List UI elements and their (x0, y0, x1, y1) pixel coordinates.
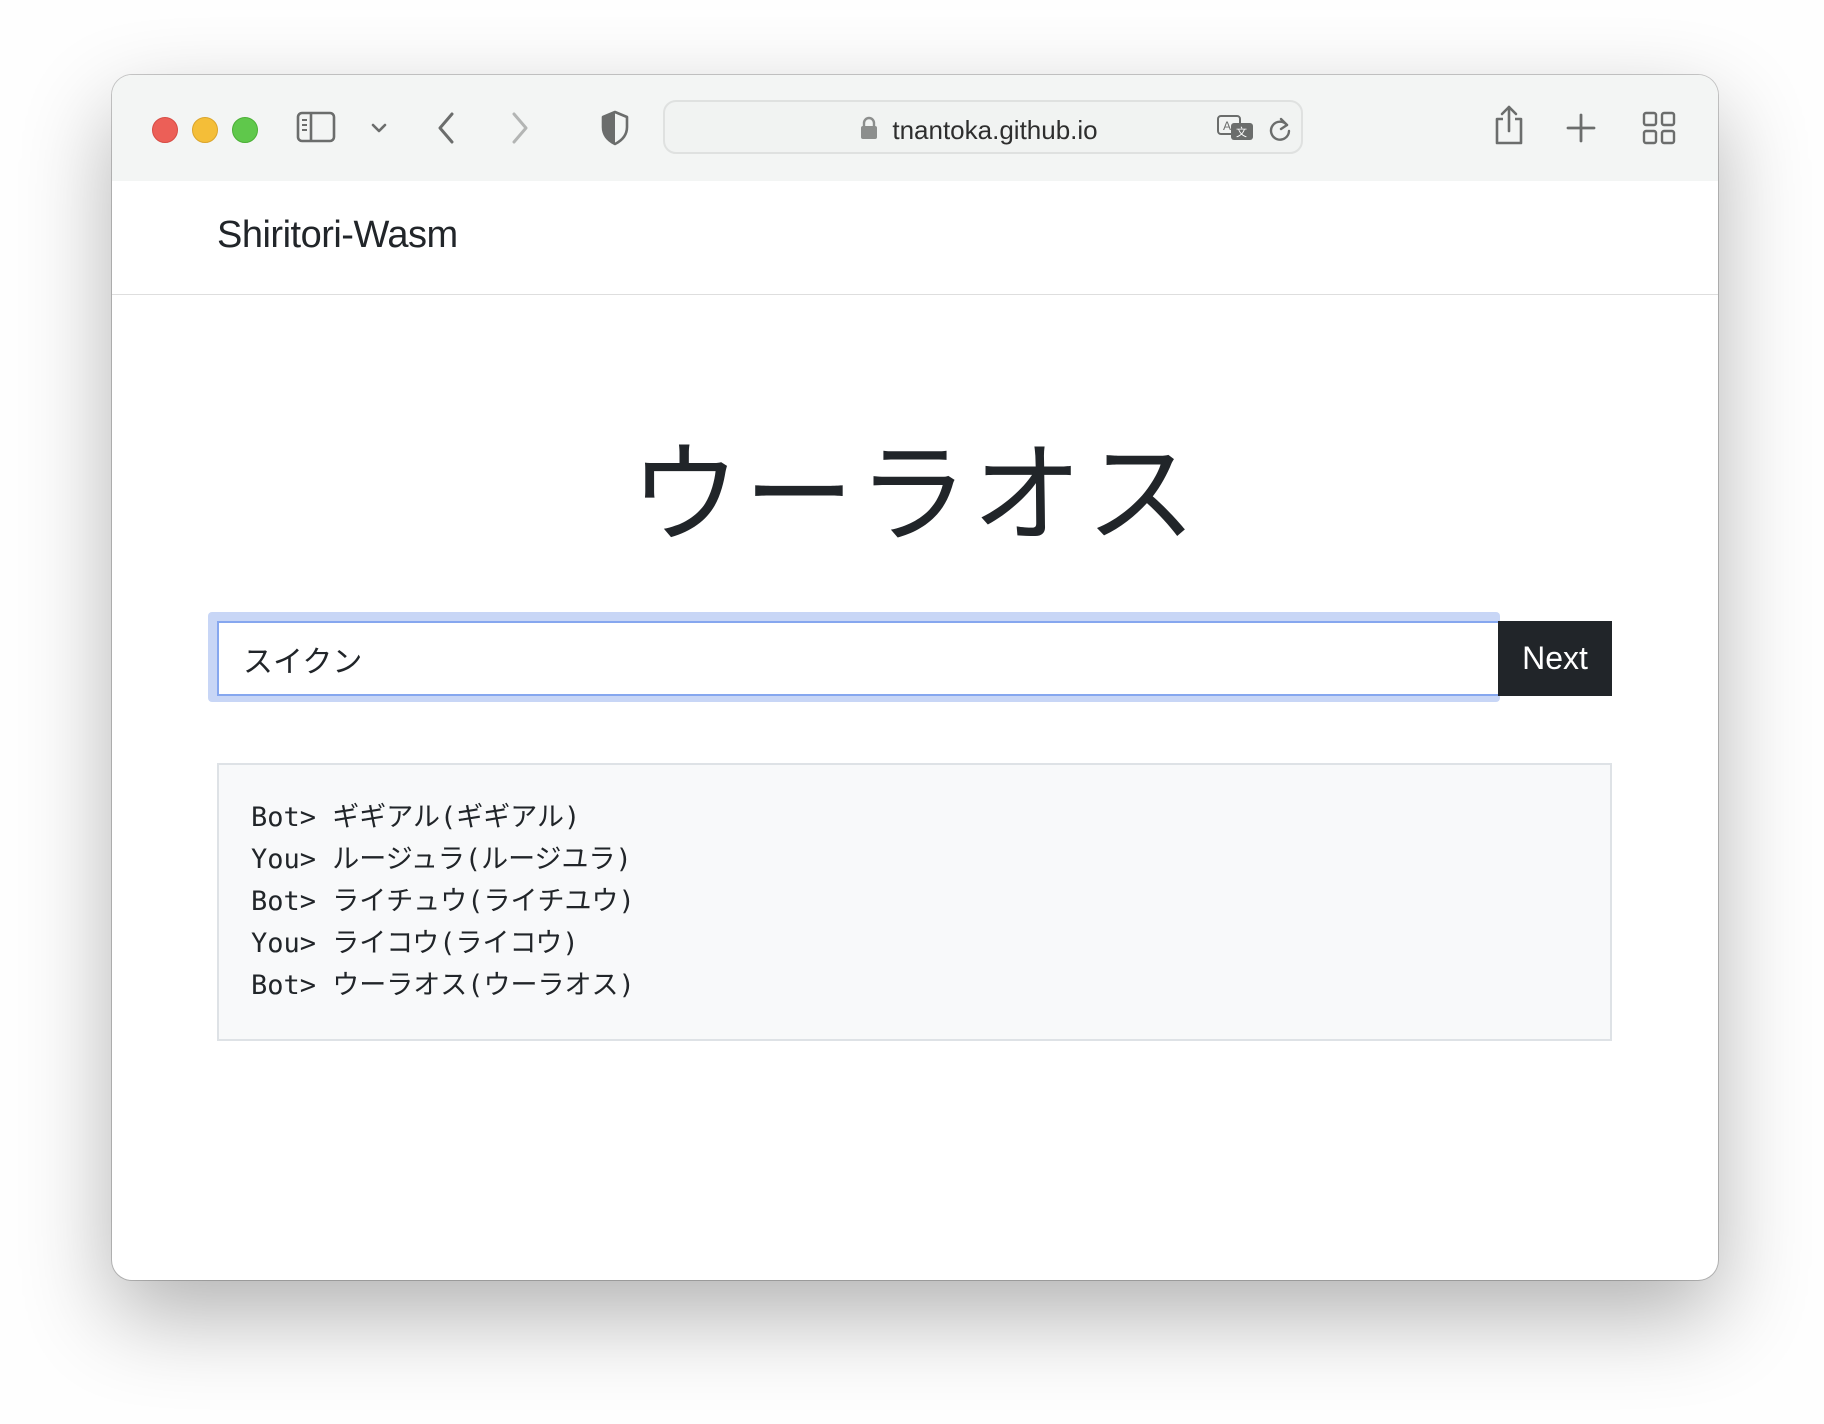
url-text: tnantoka.github.io (892, 115, 1098, 145)
log-line: You> ライコウ(ライコウ) (251, 928, 579, 959)
history-log: Bot> ギギアル(ギギアル) You> ルージュラ(ルージユラ) Bot> ラ… (217, 763, 1612, 1041)
chevron-right-icon[interactable] (506, 109, 532, 147)
maximize-window-button[interactable] (232, 117, 258, 143)
brand-link[interactable]: Shiritori-Wasm (217, 214, 458, 257)
svg-text:文: 文 (1236, 125, 1247, 139)
translate-icon[interactable]: A 文 (1216, 114, 1256, 144)
log-line: Bot> ライチュウ(ライチユウ) (251, 886, 635, 917)
word-input[interactable] (217, 621, 1500, 696)
svg-text:A: A (1223, 119, 1231, 133)
minimize-window-button[interactable] (192, 117, 218, 143)
close-window-button[interactable] (152, 117, 178, 143)
reload-icon[interactable] (1267, 115, 1293, 143)
share-icon[interactable] (1492, 103, 1526, 147)
next-button[interactable]: Next (1498, 621, 1612, 696)
plus-icon[interactable] (1566, 113, 1596, 143)
page: tnantoka.github.io A 文 Shiritori-Wasm ウー… (0, 0, 1824, 1424)
address-bar[interactable]: tnantoka.github.io A 文 (663, 100, 1303, 154)
log-line: You> ルージュラ(ルージユラ) (251, 844, 632, 875)
chevron-down-icon[interactable] (370, 121, 388, 135)
log-line: Bot> ギギアル(ギギアル) (251, 802, 581, 833)
current-word: ウーラオス (630, 431, 1200, 559)
sidebar-icon[interactable] (296, 111, 336, 143)
grid-icon[interactable] (1642, 111, 1676, 145)
shield-icon[interactable] (599, 109, 631, 147)
site-navbar: Shiritori-Wasm (112, 181, 1718, 295)
browser-toolbar: tnantoka.github.io A 文 (112, 75, 1718, 182)
browser-window: tnantoka.github.io A 文 Shiritori-Wasm ウー… (112, 75, 1718, 1280)
log-line: Bot> ウーラオス(ウーラオス) (251, 970, 635, 1001)
chevron-left-icon[interactable] (434, 109, 460, 147)
